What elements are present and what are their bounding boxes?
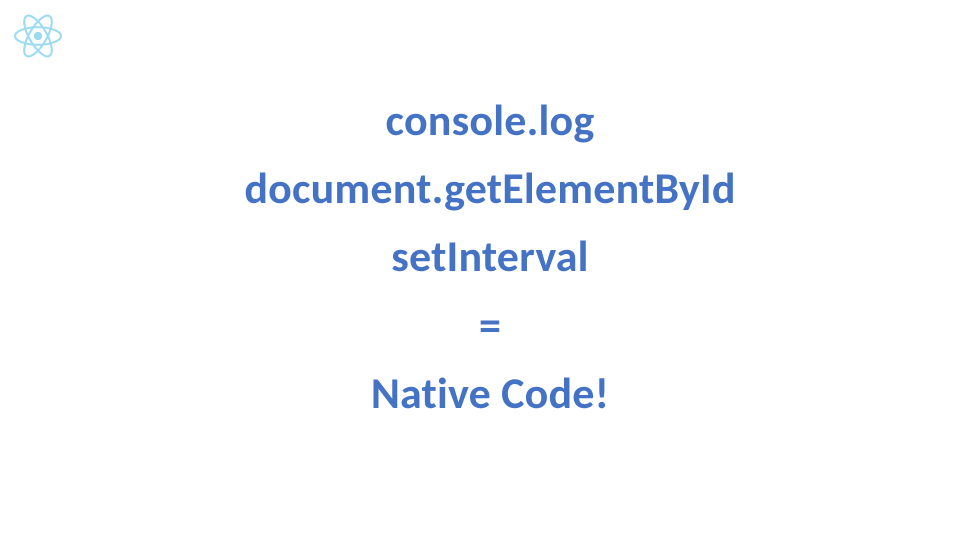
text-line-3: setInterval [0, 222, 980, 290]
text-line-1: console.log [0, 86, 980, 154]
text-line-4: = [0, 291, 980, 359]
slide-content: console.log document.getElementById setI… [0, 86, 980, 427]
text-line-2: document.getElementById [0, 154, 980, 222]
react-icon [14, 12, 62, 60]
text-line-5: Native Code! [0, 359, 980, 427]
